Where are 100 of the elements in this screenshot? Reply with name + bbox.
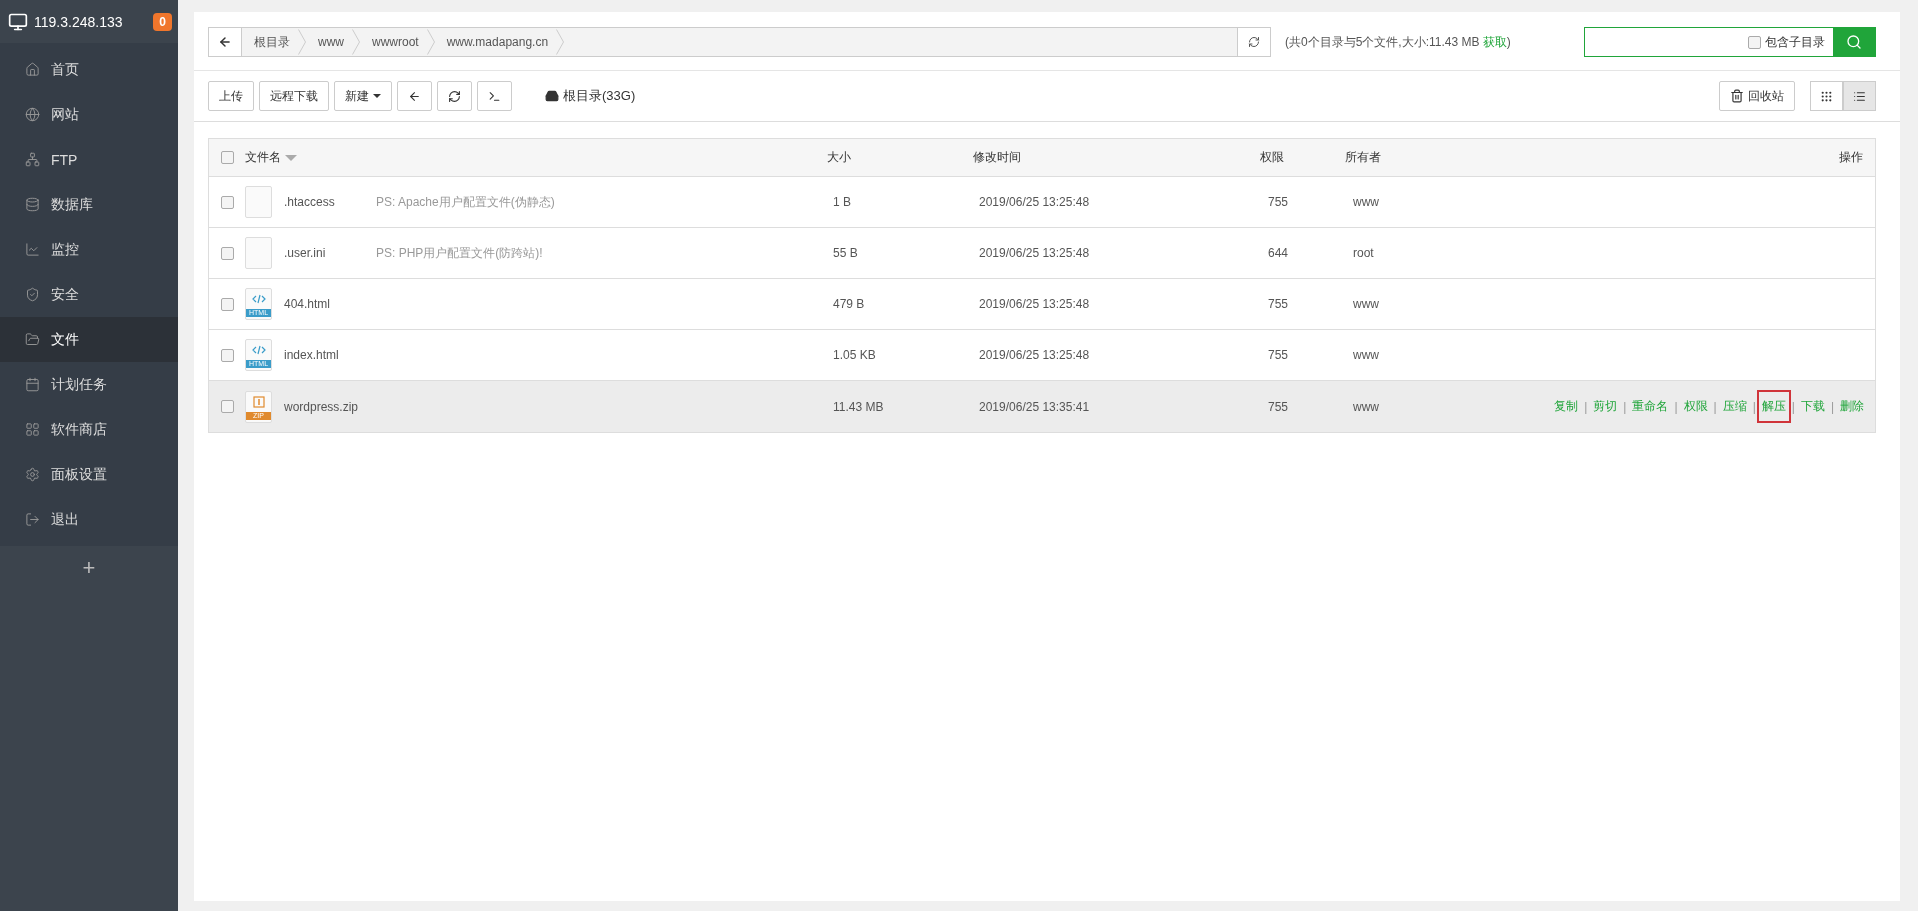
grid-view-button[interactable] <box>1810 81 1843 111</box>
nav-item[interactable]: 计划任务 <box>0 362 178 407</box>
permission: 755 <box>1267 297 1290 311</box>
refresh-button[interactable] <box>437 81 472 111</box>
toolbar-button[interactable]: 远程下载 <box>259 81 329 111</box>
checkbox[interactable] <box>220 195 234 209</box>
checkbox[interactable] <box>220 348 234 362</box>
checkbox[interactable] <box>220 400 234 413</box>
grid-icon <box>1820 89 1833 103</box>
nav-item[interactable]: 文件 <box>0 317 178 362</box>
toolbar-button[interactable]: 上传 <box>208 81 254 111</box>
trash-icon <box>1730 89 1744 103</box>
blank-file-icon <box>245 237 272 269</box>
nav-item[interactable]: 首页 <box>0 47 178 92</box>
back-icon <box>408 89 421 103</box>
permission: 644 <box>1267 246 1290 260</box>
monitor-icon <box>8 11 28 32</box>
recycle-bin-button[interactable]: 回收站 <box>1719 81 1795 111</box>
modified-time: 2019/06/25 13:25:48 <box>978 246 1091 260</box>
modified-time: 2019/06/25 13:25:48 <box>978 195 1091 209</box>
owner: www <box>1352 348 1380 362</box>
shield-icon <box>25 287 40 302</box>
add-button[interactable]: + <box>0 546 178 590</box>
column-header[interactable]: 所有者 <box>1345 149 1475 166</box>
file-size: 55 B <box>832 246 859 260</box>
column-header[interactable]: 权限 <box>1260 149 1345 166</box>
column-header[interactable]: 文件名 <box>245 149 281 166</box>
blank-file-icon <box>245 186 272 218</box>
home-icon <box>25 62 40 77</box>
globe-icon <box>25 107 40 122</box>
column-header[interactable]: 大小 <box>827 149 973 166</box>
file-name[interactable]: index.html <box>284 348 344 362</box>
sort-icon <box>285 154 297 161</box>
file-name[interactable]: .user.ini <box>284 246 344 260</box>
modified-time: 2019/06/25 13:25:48 <box>978 348 1091 362</box>
owner: root <box>1352 246 1375 260</box>
list-view-button[interactable] <box>1843 81 1876 111</box>
owner: www <box>1352 399 1380 414</box>
checkbox[interactable] <box>220 151 234 164</box>
nav-item[interactable]: FTP <box>0 137 178 182</box>
checkbox[interactable] <box>1748 35 1761 49</box>
file-size: 1.05 KB <box>832 348 877 362</box>
permission: 755 <box>1267 399 1290 414</box>
caret-icon <box>373 94 381 98</box>
refresh-button[interactable] <box>1237 28 1270 56</box>
server-address: 119.3.248.133 <box>34 13 124 30</box>
modified-time: 2019/06/25 13:35:41 <box>978 399 1091 414</box>
logout-icon <box>25 512 40 527</box>
include-subdirectories-label: 包含子目录 <box>1765 33 1825 51</box>
nav-item[interactable]: 面板设置 <box>0 452 178 497</box>
file-size: 479 B <box>832 297 866 311</box>
search-field[interactable]: 包含子目录 <box>1584 27 1876 57</box>
breadcrumb-link[interactable]: 根目录 <box>254 33 290 51</box>
breadcrumb-link[interactable]: www <box>318 35 344 49</box>
nav-item[interactable]: 退出 <box>0 497 178 542</box>
separator: | <box>1829 399 1835 414</box>
owner: www <box>1352 195 1380 209</box>
owner: www <box>1352 297 1380 311</box>
back-icon <box>218 35 232 49</box>
separator: | <box>1751 399 1757 414</box>
nav-item[interactable]: 监控 <box>0 227 178 272</box>
terminal-icon <box>488 89 501 103</box>
checkbox[interactable] <box>220 246 234 260</box>
back-button[interactable] <box>209 28 242 56</box>
permission: 755 <box>1267 195 1290 209</box>
separator: | <box>1673 399 1679 414</box>
grid-icon <box>25 422 40 437</box>
nav-item[interactable]: 数据库 <box>0 182 178 227</box>
terminal-button[interactable] <box>477 81 512 111</box>
nav-item[interactable]: 网站 <box>0 92 178 137</box>
nav-item[interactable]: 软件商店 <box>0 407 178 452</box>
file-note: PS: Apache用户配置文件(伪静态) <box>376 193 555 211</box>
file-size: 1 B <box>832 195 852 209</box>
file-size: 11.43 MB <box>832 399 885 414</box>
separator: | <box>1712 399 1718 414</box>
folder-icon <box>25 332 40 347</box>
chart-icon <box>25 242 40 257</box>
database-icon <box>25 197 40 212</box>
separator: | <box>1583 399 1589 414</box>
file-name[interactable]: wordpress.zip <box>284 399 359 414</box>
breadcrumb-link[interactable]: www.madapang.cn <box>446 35 549 49</box>
column-header[interactable]: 修改时间 <box>973 149 1260 166</box>
nav-item[interactable]: 安全 <box>0 272 178 317</box>
column-header: 操作 <box>1839 149 1864 166</box>
breadcrumb-link[interactable]: wwwroot <box>372 35 419 49</box>
separator: | <box>1622 399 1628 414</box>
search-button[interactable] <box>1833 28 1875 56</box>
refresh-icon <box>1248 36 1260 48</box>
file-name[interactable]: 404.html <box>284 297 344 311</box>
list-icon <box>1853 89 1866 103</box>
search-icon <box>1846 34 1862 50</box>
directory-summary: (共0个目录与5个文件,大小:11.43 MB 获取) <box>1285 33 1512 51</box>
checkbox[interactable] <box>220 297 234 311</box>
modified-time: 2019/06/25 13:25:48 <box>978 297 1091 311</box>
file-note: PS: PHP用户配置文件(防跨站)! <box>376 244 543 262</box>
file-name[interactable]: .htaccess <box>284 195 344 209</box>
new-dropdown[interactable]: 新建 <box>334 81 392 111</box>
refresh-icon <box>448 89 461 103</box>
network-icon <box>25 152 40 167</box>
settings-icon <box>25 467 40 482</box>
